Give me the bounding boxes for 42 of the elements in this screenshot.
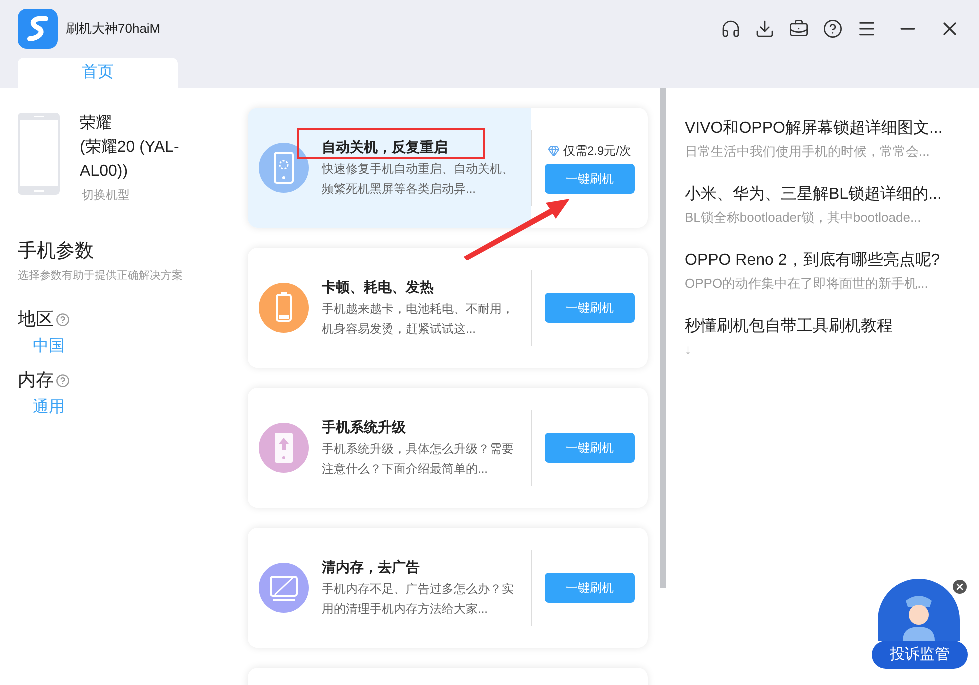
flash-button[interactable]: 一键刷机 — [545, 164, 635, 194]
article-summary: OPPO的动作集中在了即将面世的新手机... — [685, 275, 930, 293]
param-label: 内存 — [18, 369, 54, 392]
card-description: 快速修复手机自动重启、自动关机、频繁死机黑屏等各类启动异... — [322, 161, 515, 198]
home-tab[interactable]: 首页 — [18, 58, 178, 88]
param-value[interactable]: 中国 — [33, 335, 240, 359]
article-summary: ↓ — [685, 341, 692, 359]
app-title: 刷机大神70haiM — [66, 20, 161, 38]
price-label: 仅需2.9元/次 — [563, 143, 632, 160]
officer-badge-drawing[interactable] — [878, 579, 960, 641]
card-description: 手机越来越卡，电池耗电、不耐用，机身容易发烫，赶紧试试这... — [322, 301, 515, 338]
download-icon[interactable] — [755, 19, 775, 39]
headset-icon[interactable] — [721, 19, 741, 39]
device-brand: 荣耀 — [80, 114, 113, 134]
card-description: 手机系统升级，具体怎么升级？需要注意什么？下面介绍最简单的... — [322, 441, 515, 478]
article-summary: 日常生活中我们使用手机的时候，常常会... — [685, 143, 931, 161]
article-summary: BL锁全称bootloader锁，其中bootloade... — [685, 209, 922, 227]
close-icon[interactable] — [953, 580, 967, 594]
flash-button[interactable]: 一键刷机 — [545, 293, 635, 323]
params-subtitle: 选择参数有助于提供正确解决方案 — [18, 268, 184, 284]
param-label: 地区 — [18, 308, 54, 331]
app-logo — [18, 9, 58, 49]
flash-button[interactable]: 一键刷机 — [545, 433, 635, 463]
device-model: (荣耀20 (YAL-AL00)) — [80, 138, 180, 182]
switch-model-link[interactable]: 切换机型 — [82, 186, 200, 204]
complaint-badge[interactable]: 投诉监管 — [872, 641, 968, 669]
params-title: 手机参数 — [18, 240, 95, 264]
help-icon[interactable] — [823, 19, 843, 39]
card-description: 手机内存不足、广告过多怎么办？实用的清理手机内存方法给大家... — [322, 581, 515, 618]
diamond-icon — [548, 145, 560, 157]
scrollbar[interactable] — [660, 88, 666, 588]
article-title[interactable]: VIVO和OPPO解屏幕锁超详细图文... — [685, 118, 979, 140]
param-value[interactable]: 通用 — [33, 396, 240, 420]
article-title[interactable]: 秒懂刷机包自带工具刷机教程 — [685, 316, 979, 338]
card-title: 手机系统升级 — [322, 418, 406, 437]
article-title[interactable]: OPPO Reno 2，到底有哪些亮点呢? — [685, 250, 979, 272]
briefcase-icon[interactable] — [789, 19, 809, 39]
article-title[interactable]: 小米、华为、三星解BL锁超详细的... — [685, 184, 979, 206]
card-title: 卡顿、耗电、发热 — [322, 278, 434, 297]
card-title: 自动关机，反复重启 — [322, 138, 448, 157]
flash-button[interactable]: 一键刷机 — [545, 573, 635, 603]
card-title: 清内存，去广告 — [322, 558, 420, 577]
